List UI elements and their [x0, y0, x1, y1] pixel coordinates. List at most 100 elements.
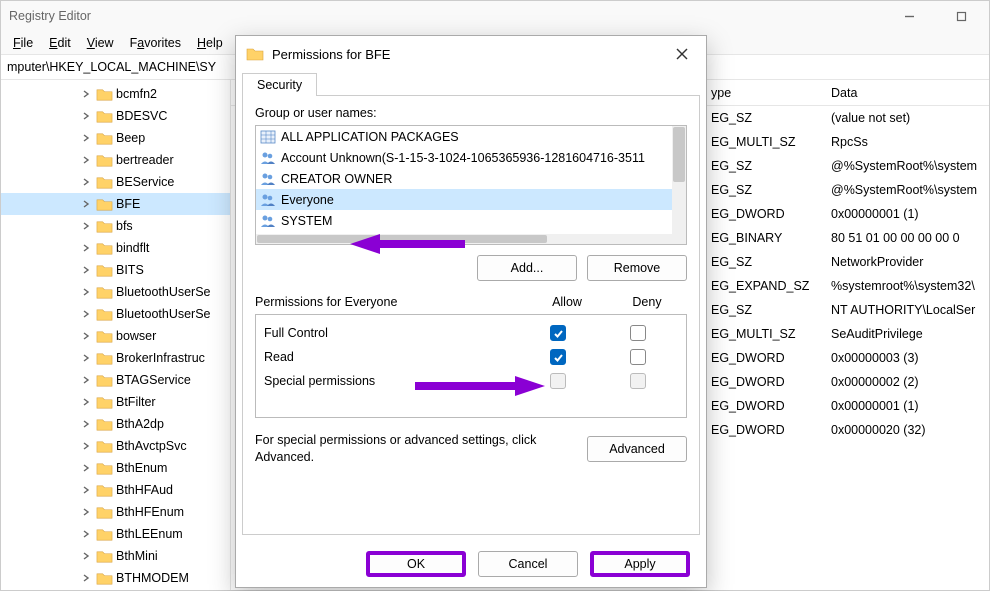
cell-type: EG_DWORD [711, 207, 831, 221]
folder-icon [96, 505, 113, 519]
window-title: Registry Editor [9, 9, 889, 23]
cell-data: (value not set) [831, 111, 989, 125]
tree-item[interactable]: BDESVC [1, 105, 230, 127]
tree-item[interactable]: BluetoothUserSe [1, 281, 230, 303]
cell-data: 0x00000001 (1) [831, 399, 989, 413]
deny-checkbox[interactable] [630, 325, 646, 341]
cell-type: EG_BINARY [711, 231, 831, 245]
cell-data: NetworkProvider [831, 255, 989, 269]
maximize-button[interactable] [941, 5, 981, 27]
menu-file[interactable]: File [7, 34, 39, 52]
cell-type: EG_SZ [711, 255, 831, 269]
users-icon [260, 130, 276, 144]
tree-item[interactable]: BluetoothUserSe [1, 303, 230, 325]
tree-item[interactable]: BthMini [1, 545, 230, 567]
chevron-right-icon [81, 374, 93, 386]
tree-item-label: BtFilter [116, 395, 156, 409]
folder-icon [96, 329, 113, 343]
tree-item[interactable]: Beep [1, 127, 230, 149]
tree-item[interactable]: BtFilter [1, 391, 230, 413]
tree-item[interactable]: BthA2dp [1, 413, 230, 435]
tree-item-label: BEService [116, 175, 174, 189]
chevron-right-icon [81, 528, 93, 540]
permissions-for-label: Permissions for Everyone [255, 295, 527, 309]
registry-tree[interactable]: bcmfn2BDESVCBeepbertreader BEService BFE bf… [1, 80, 231, 590]
group-item[interactable]: ALL APPLICATION PACKAGES [256, 126, 686, 147]
cell-data: NT AUTHORITY\LocalSer [831, 303, 989, 317]
minimize-button[interactable] [889, 5, 929, 27]
allow-checkbox[interactable] [550, 349, 566, 365]
horizontal-scrollbar[interactable] [256, 234, 672, 244]
tree-item[interactable]: bfs [1, 215, 230, 237]
deny-header: Deny [607, 295, 687, 309]
menu-view[interactable]: View [81, 34, 120, 52]
chevron-right-icon [81, 396, 93, 408]
tree-item[interactable]: BEService [1, 171, 230, 193]
folder-icon [96, 549, 113, 563]
chevron-right-icon [81, 88, 93, 100]
tree-item-label: bindflt [116, 241, 149, 255]
group-item[interactable]: SYSTEM [256, 210, 686, 231]
tree-item[interactable]: bowser [1, 325, 230, 347]
tree-item[interactable]: BTHMODEM [1, 567, 230, 589]
tree-item[interactable]: bcmfn2 [1, 83, 230, 105]
group-name: Everyone [281, 193, 334, 207]
tree-item[interactable]: BthHFAud [1, 479, 230, 501]
chevron-right-icon [81, 176, 93, 188]
group-list[interactable]: ALL APPLICATION PACKAGES Account Unknown(… [255, 125, 687, 245]
allow-checkbox[interactable] [550, 325, 566, 341]
permission-name: Full Control [264, 326, 518, 340]
advanced-button[interactable]: Advanced [587, 436, 687, 462]
cancel-button[interactable]: Cancel [478, 551, 578, 577]
tree-item-label: BrokerInfrastruc [116, 351, 205, 365]
tree-item-label: BthHFEnum [116, 505, 184, 519]
col-data[interactable]: Data [831, 86, 989, 100]
cell-data: @%SystemRoot%\system [831, 183, 989, 197]
users-icon [260, 172, 276, 186]
folder-icon [96, 87, 113, 101]
folder-icon [96, 527, 113, 541]
chevron-right-icon [81, 132, 93, 144]
group-item[interactable]: CREATOR OWNER [256, 168, 686, 189]
group-item[interactable]: Account Unknown(S-1-15-3-1024-1065365936… [256, 147, 686, 168]
tree-item[interactable]: BthAvctpSvc [1, 435, 230, 457]
add-button[interactable]: Add... [477, 255, 577, 281]
chevron-right-icon [81, 308, 93, 320]
group-name: Account Unknown(S-1-15-3-1024-1065365936… [281, 151, 645, 165]
tree-item[interactable]: BthHFEnum [1, 501, 230, 523]
tree-item[interactable]: BthLEEnum [1, 523, 230, 545]
group-item[interactable]: Everyone [256, 189, 686, 210]
tab-security[interactable]: Security [242, 73, 317, 96]
ok-button[interactable]: OK [366, 551, 466, 577]
remove-button[interactable]: Remove [587, 255, 687, 281]
tree-item[interactable]: BTAGService [1, 369, 230, 391]
folder-icon [96, 351, 113, 365]
chevron-right-icon [81, 110, 93, 122]
folder-icon [96, 109, 113, 123]
chevron-right-icon [81, 572, 93, 584]
folder-icon [96, 417, 113, 431]
menu-favorites[interactable]: Favorites [124, 34, 187, 52]
tree-item[interactable]: BITS [1, 259, 230, 281]
menu-help[interactable]: Help [191, 34, 229, 52]
cell-data: 0x00000001 (1) [831, 207, 989, 221]
folder-icon [96, 571, 113, 585]
vertical-scrollbar[interactable] [672, 126, 686, 244]
cell-data: 0x00000002 (2) [831, 375, 989, 389]
chevron-right-icon [81, 506, 93, 518]
tree-item[interactable]: bertreader [1, 149, 230, 171]
apply-button[interactable]: Apply [590, 551, 690, 577]
menu-edit[interactable]: Edit [43, 34, 77, 52]
cell-type: EG_SZ [711, 303, 831, 317]
tree-item-label: BthMini [116, 549, 158, 563]
tree-item[interactable]: bindflt [1, 237, 230, 259]
tree-item[interactable]: BFE [1, 193, 230, 215]
col-type[interactable]: ype [711, 86, 831, 100]
tree-item-label: bfs [116, 219, 133, 233]
deny-checkbox[interactable] [630, 349, 646, 365]
permission-row: Special permissions [264, 369, 678, 393]
tree-item[interactable]: BthEnum [1, 457, 230, 479]
close-button[interactable] [668, 42, 696, 66]
tree-item[interactable]: BrokerInfrastruc [1, 347, 230, 369]
tree-item-label: BthAvctpSvc [116, 439, 187, 453]
